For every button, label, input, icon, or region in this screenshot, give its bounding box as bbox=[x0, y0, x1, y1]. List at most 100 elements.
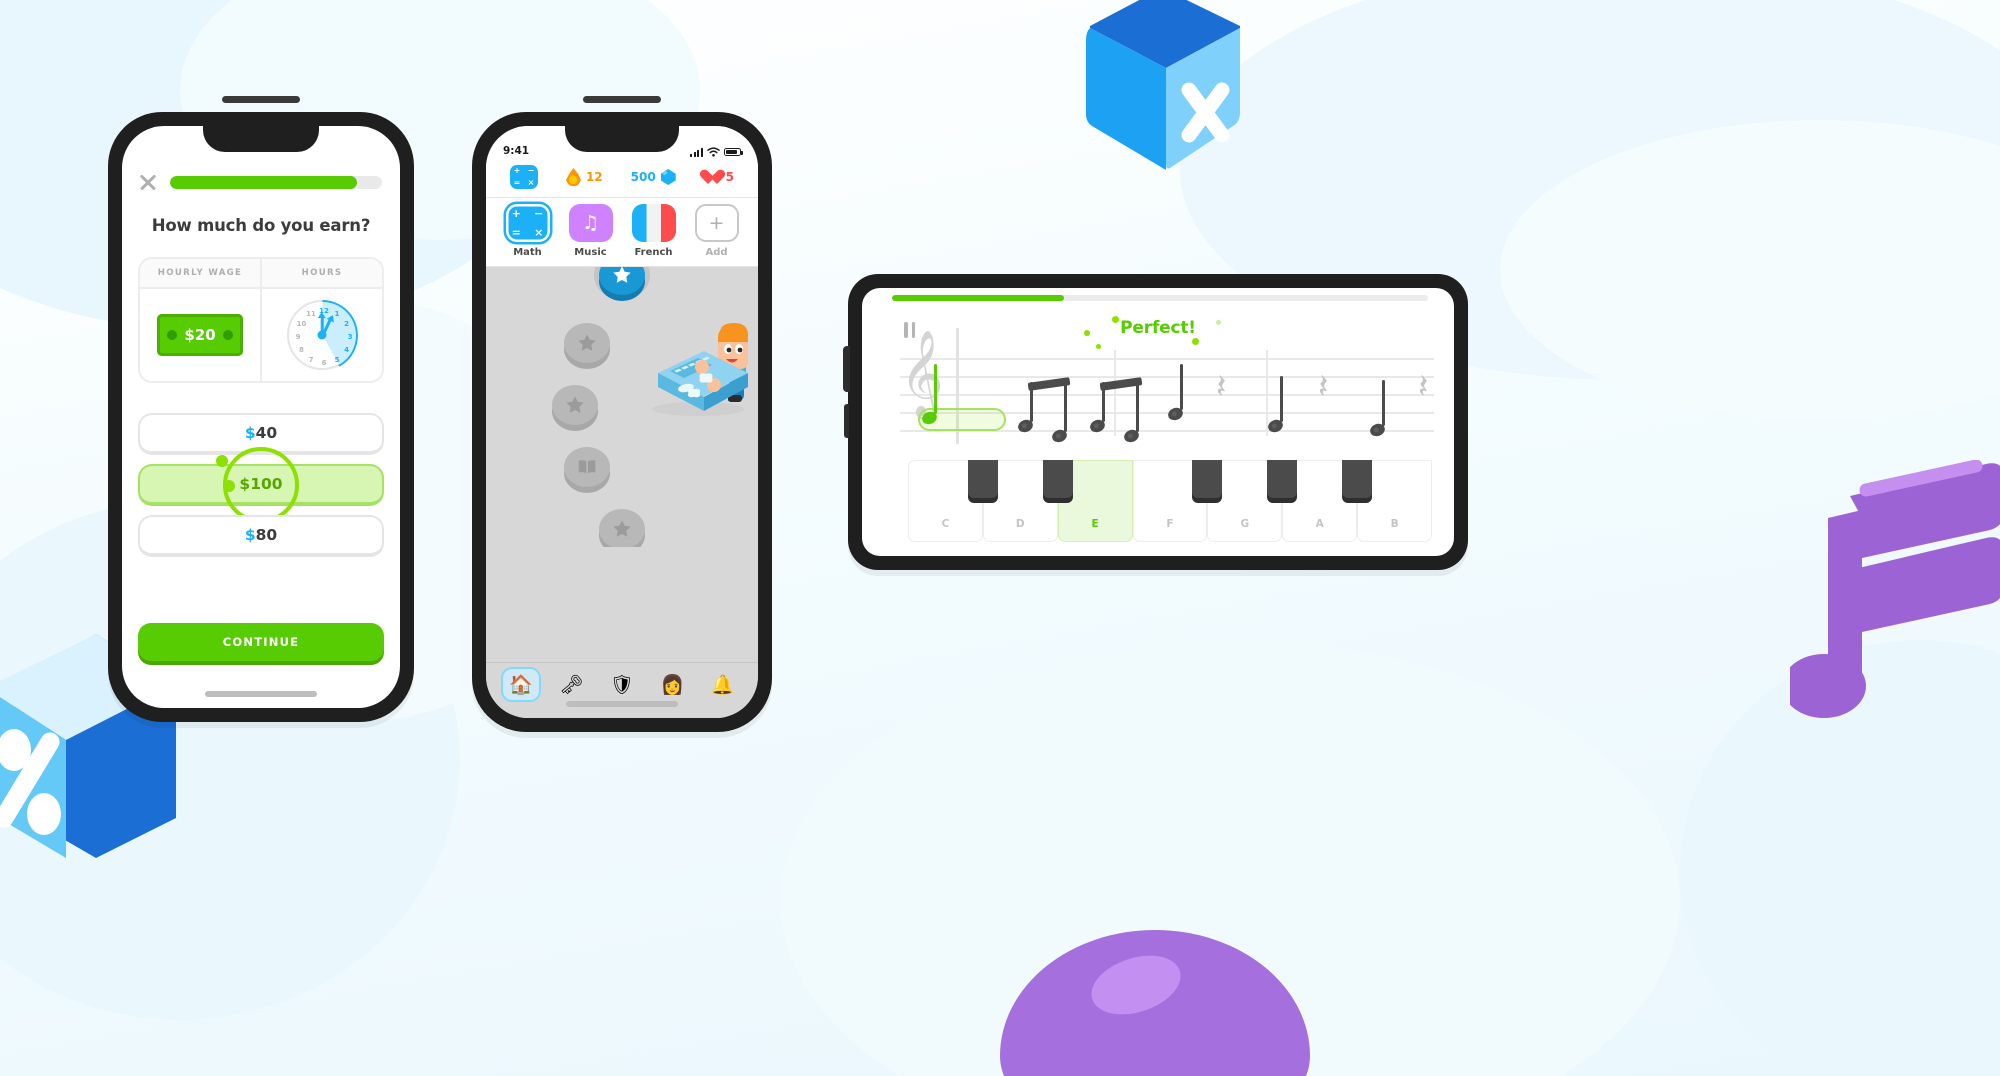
course-tab-music[interactable]: ♫ Music bbox=[568, 204, 613, 258]
column-header-hourly-wage: HOURLY WAGE bbox=[140, 259, 262, 287]
phone-notch bbox=[203, 126, 319, 152]
quarter-rest-icon: 𝄽 bbox=[1318, 367, 1329, 407]
tablet-button-volume-up[interactable] bbox=[843, 346, 850, 392]
gems-stat[interactable]: 500 bbox=[631, 169, 676, 185]
wage-hours-table: HOURLY WAGE HOURS $20 12 1 2 3 4 5 6 7 8 9 10 11 bbox=[138, 257, 384, 383]
clock-number: 8 bbox=[299, 346, 304, 354]
music-progress-fill bbox=[892, 295, 1064, 301]
piano-black-key[interactable] bbox=[1267, 460, 1298, 498]
column-header-hours: HOURS bbox=[301, 268, 343, 278]
course-label: Music bbox=[574, 247, 607, 258]
course-selector: + − = × Math ♫ Music French + Add bbox=[486, 198, 758, 267]
clock-number: 5 bbox=[334, 355, 340, 364]
course-tab-french[interactable]: French bbox=[631, 204, 676, 258]
sparkle-dot bbox=[1192, 338, 1199, 345]
answer-option-wrapper: $80 bbox=[138, 515, 384, 557]
money-bill-icon: $20 bbox=[157, 314, 243, 356]
tablet-screen: Perfect! 𝄞 𝄽 𝄽 𝄽 C D E F G A B bbox=[862, 288, 1454, 556]
status-time: 9:41 bbox=[503, 145, 530, 157]
tab-home[interactable]: 🏠 bbox=[503, 669, 540, 700]
hearts-count: 5 bbox=[725, 170, 735, 184]
battery-icon bbox=[724, 147, 743, 157]
path-node-locked[interactable] bbox=[564, 447, 610, 487]
star-icon bbox=[566, 396, 584, 413]
course-tab-math[interactable]: + − = × Math bbox=[505, 204, 550, 258]
lesson-progress-fill bbox=[170, 175, 357, 189]
sparkle-dot bbox=[1084, 330, 1090, 336]
course-label: French bbox=[634, 247, 673, 258]
piano-black-key[interactable] bbox=[967, 460, 998, 498]
streak-count: 12 bbox=[585, 170, 603, 184]
course-switch-button[interactable]: + − = × bbox=[509, 165, 538, 189]
wage-amount: $20 bbox=[184, 326, 216, 344]
clock-pivot bbox=[317, 330, 327, 340]
answer-option[interactable]: $80 bbox=[138, 515, 384, 557]
music-note-correct bbox=[920, 364, 939, 427]
clock-number: 3 bbox=[347, 333, 353, 341]
music-lesson-tablet: Perfect! 𝄞 𝄽 𝄽 𝄽 C D E F G A B bbox=[843, 274, 1468, 570]
wifi-icon bbox=[707, 147, 720, 157]
star-icon bbox=[578, 334, 596, 351]
clock-number: 11 bbox=[306, 310, 316, 319]
plus-icon: + bbox=[694, 204, 739, 242]
sparkle-dot bbox=[1096, 344, 1101, 349]
close-icon[interactable] bbox=[138, 172, 158, 192]
path-node-locked[interactable] bbox=[564, 323, 610, 363]
phone-speaker bbox=[222, 96, 300, 103]
lesson-path bbox=[486, 267, 758, 547]
wage-cell: $20 bbox=[140, 289, 262, 381]
answer-amount: 100 bbox=[250, 475, 283, 493]
currency-symbol: $ bbox=[239, 475, 251, 493]
math-phone-screen: How much do you earn? HOURLY WAGE HOURS … bbox=[122, 126, 400, 708]
music-note bbox=[1050, 382, 1069, 445]
selection-dot bbox=[216, 455, 228, 467]
piano-black-key[interactable] bbox=[1192, 460, 1223, 498]
path-node-locked[interactable] bbox=[599, 509, 645, 547]
course-label: Add bbox=[705, 247, 728, 258]
selected-course-pointer bbox=[520, 190, 537, 199]
clock-number: 10 bbox=[296, 320, 307, 328]
course-label: Math bbox=[513, 247, 542, 258]
tab-treasure-chest[interactable]: 🗝 bbox=[554, 669, 590, 700]
tab-shield[interactable]: 🛡 bbox=[604, 669, 640, 700]
star-icon bbox=[613, 520, 631, 537]
gem-icon bbox=[660, 169, 676, 185]
answer-option-wrapper: $100 bbox=[138, 447, 384, 523]
answer-option-wrapper: $40 bbox=[138, 413, 384, 455]
sparkle-dot bbox=[1112, 316, 1119, 323]
piano-black-key[interactable] bbox=[1042, 460, 1073, 498]
gems-count: 500 bbox=[630, 170, 656, 184]
answer-amount: 80 bbox=[255, 526, 278, 544]
tab-notifications[interactable]: 🔔 bbox=[705, 669, 741, 700]
music-note bbox=[1122, 382, 1141, 445]
bottom-tab-bar: 🏠 🗝 🛡 👩 🔔 bbox=[486, 662, 758, 718]
mascot-boy-with-calculator bbox=[652, 323, 748, 416]
music-note bbox=[1088, 382, 1107, 435]
math-lesson-phone: How much do you earn? HOURLY WAGE HOURS … bbox=[108, 96, 414, 722]
tablet-button-volume-down[interactable] bbox=[844, 404, 849, 438]
hearts-stat[interactable]: 5 bbox=[704, 170, 734, 185]
clock-number: 2 bbox=[344, 320, 349, 328]
question-title: How much do you earn? bbox=[151, 216, 371, 235]
answer-option[interactable]: $100 bbox=[138, 464, 384, 506]
streak-stat[interactable]: 12 bbox=[566, 168, 603, 186]
phone-speaker bbox=[583, 96, 661, 103]
piano-black-key[interactable] bbox=[1342, 460, 1373, 498]
hours-cell: 12 1 2 3 4 5 6 7 8 9 10 11 bbox=[262, 289, 382, 381]
course-tab-add[interactable]: + Add bbox=[694, 204, 739, 258]
continue-button[interactable]: CONTINUE bbox=[138, 623, 384, 661]
music-progress-bar bbox=[892, 295, 1428, 301]
tab-profile[interactable]: 👩 bbox=[654, 669, 690, 700]
answer-option[interactable]: $40 bbox=[138, 413, 384, 455]
book-icon bbox=[578, 460, 596, 474]
path-node-locked[interactable] bbox=[552, 385, 598, 425]
treble-clef-icon: 𝄞 bbox=[900, 330, 944, 416]
lesson-progress-bar bbox=[170, 175, 382, 189]
music-note-icon: ♫ bbox=[568, 204, 613, 242]
quarter-rest-icon: 𝄽 bbox=[1216, 367, 1227, 407]
learning-path-phone: 9:41 + − = × 12 500 5 + − = × Math ♫ Mus… bbox=[472, 96, 772, 732]
status-indicators bbox=[689, 147, 743, 157]
quarter-rest-icon: 𝄽 bbox=[1418, 367, 1429, 407]
signal-icon bbox=[689, 147, 703, 157]
path-node-active[interactable] bbox=[599, 267, 645, 295]
